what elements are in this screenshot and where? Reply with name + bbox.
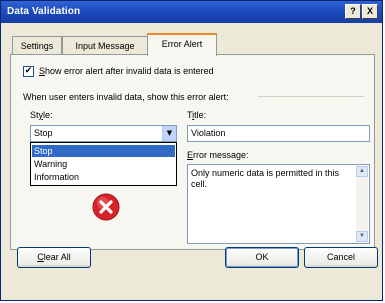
- style-label-prefix: St: [30, 110, 39, 120]
- title-input[interactable]: Violation: [187, 125, 370, 142]
- help-icon: ?: [350, 6, 356, 16]
- error-message-label-rest: rror message:: [193, 150, 249, 160]
- show-error-alert-label: Show error alert after invalid data is e…: [39, 66, 214, 76]
- scroll-down-icon[interactable]: ▼: [356, 231, 368, 242]
- ok-button[interactable]: OK: [225, 247, 299, 268]
- tab-settings[interactable]: Settings: [12, 36, 62, 55]
- window-title: Data Validation: [7, 6, 81, 17]
- style-option-stop[interactable]: Stop: [32, 145, 175, 157]
- tab-error-alert-label: Error Alert: [161, 39, 203, 49]
- style-option-warning[interactable]: Warning: [32, 158, 175, 170]
- tab-settings-label: Settings: [20, 41, 54, 51]
- error-message-label: Error message:: [187, 150, 249, 160]
- error-message-textarea[interactable]: Only numeric data is permitted in this c…: [187, 164, 370, 244]
- style-select[interactable]: Stop ▼: [30, 125, 177, 142]
- style-select-value: Stop: [34, 128, 53, 138]
- style-option-information[interactable]: Information: [32, 171, 175, 183]
- tab-error-alert[interactable]: Error Alert: [147, 33, 217, 56]
- cancel-button[interactable]: Cancel: [304, 247, 378, 268]
- show-error-alert-label-text: how error alert after invalid data is en…: [45, 66, 214, 76]
- style-label-rest: le:: [43, 110, 53, 120]
- title-label: Title:: [187, 110, 206, 120]
- chevron-down-icon[interactable]: ▼: [162, 126, 176, 141]
- title-label-rest: tle:: [194, 110, 207, 120]
- scroll-up-icon[interactable]: ▲: [356, 166, 368, 177]
- cancel-label: Cancel: [326, 252, 355, 262]
- show-error-alert-checkbox[interactable]: ✔: [23, 66, 34, 77]
- error-message-scrollbar[interactable]: ▲ ▼: [356, 166, 368, 242]
- clear-all-button[interactable]: Clear All: [17, 247, 91, 268]
- tab-input-message-label: Input Message: [75, 41, 135, 51]
- title-bar[interactable]: Data Validation ? X: [1, 1, 382, 23]
- ok-label: OK: [255, 252, 269, 262]
- title-input-value: Violation: [191, 128, 226, 138]
- close-icon: X: [366, 6, 373, 16]
- help-button[interactable]: ?: [345, 4, 361, 19]
- section-divider: [258, 96, 364, 97]
- section-heading: When user enters invalid data, show this…: [23, 92, 229, 102]
- close-button[interactable]: X: [362, 4, 378, 19]
- style-dropdown-list: Stop Warning Information: [30, 142, 177, 186]
- stop-error-icon: [92, 193, 120, 221]
- error-message-value: Only numeric data is permitted in this c…: [191, 168, 340, 189]
- style-label: Style:: [30, 110, 53, 120]
- clear-all-label: lear All: [43, 252, 71, 262]
- tab-input-message[interactable]: Input Message: [62, 36, 148, 55]
